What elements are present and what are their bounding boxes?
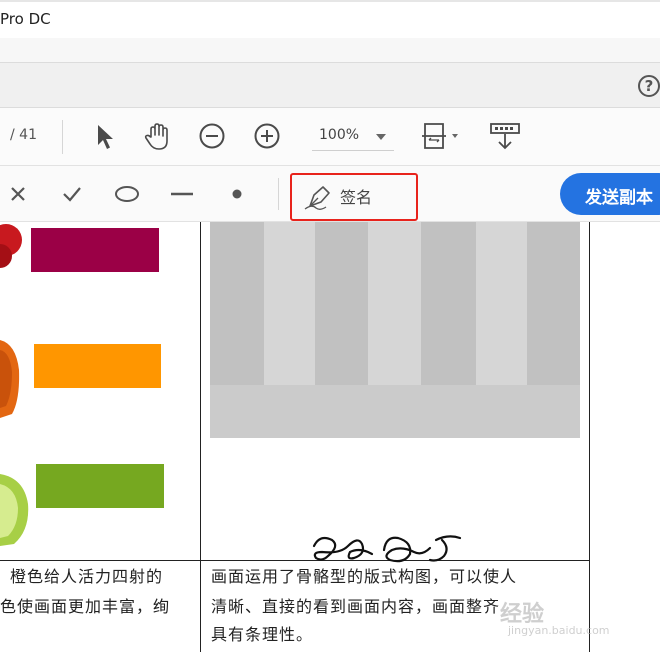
right-caption-line-2: 清晰、直接的看到画面内容，画面整齐 — [211, 597, 501, 616]
color-swatch-orange — [34, 344, 161, 388]
toolbar-separator — [62, 120, 63, 154]
title-bar: Pro DC — [0, 0, 660, 38]
zoom-out-icon[interactable] — [195, 120, 229, 152]
keyboard-scroll-icon[interactable] — [488, 120, 522, 152]
sign-button-label: 签名 — [340, 188, 373, 207]
window-title: Pro DC — [0, 10, 51, 28]
right-caption-line-3: 具有条理性。 — [211, 625, 314, 644]
document-page: 橙色给人活力四射的 色使画面更加丰富，绚 画面运用了骨骼型的版式构图，可以使人 … — [0, 222, 660, 660]
main-toolbar: / 41 100% — [0, 108, 660, 166]
send-copy-button[interactable]: 发送副本 — [560, 173, 660, 215]
zoom-level-dropdown[interactable]: 100% — [312, 122, 394, 151]
skeleton-layout-diagram — [210, 222, 580, 438]
watermark-domain: jingyan.baidu.com — [508, 624, 610, 637]
hand-tool-icon[interactable] — [141, 120, 175, 152]
check-mark-icon[interactable] — [57, 180, 87, 208]
left-caption-line-2: 色使画面更加丰富，绚 — [0, 597, 171, 616]
menu-bar — [0, 38, 660, 62]
color-swatch-green — [36, 464, 164, 508]
table-row-divider — [0, 560, 590, 561]
help-icon[interactable]: ? — [638, 75, 660, 97]
zoom-level-value: 100% — [319, 127, 360, 143]
zoom-in-icon[interactable] — [250, 120, 284, 152]
top-nav-bar: ? — [0, 62, 660, 108]
ellipse-icon[interactable] — [112, 180, 142, 208]
chevron-down-icon — [376, 134, 386, 140]
cross-mark-icon[interactable] — [3, 180, 33, 208]
page-total: / 41 — [10, 127, 37, 143]
dot-icon[interactable] — [222, 180, 252, 208]
table-column-divider — [200, 222, 201, 652]
line-icon[interactable] — [167, 180, 197, 208]
sign-button[interactable]: 签名 — [290, 173, 418, 221]
fruit-photo-strip — [0, 224, 29, 546]
table-right-border — [589, 222, 590, 652]
select-cursor-icon[interactable] — [88, 120, 122, 152]
pen-nib-icon — [304, 186, 330, 210]
sign-toolbar-separator — [278, 178, 279, 210]
fit-page-icon[interactable] — [420, 120, 466, 152]
handwritten-signature — [312, 535, 462, 563]
left-caption-line-1: 橙色给人活力四射的 — [10, 567, 164, 586]
color-swatch-magenta — [31, 228, 159, 272]
send-copy-label: 发送副本 — [585, 188, 653, 208]
title-bar-top-border — [0, 0, 660, 2]
